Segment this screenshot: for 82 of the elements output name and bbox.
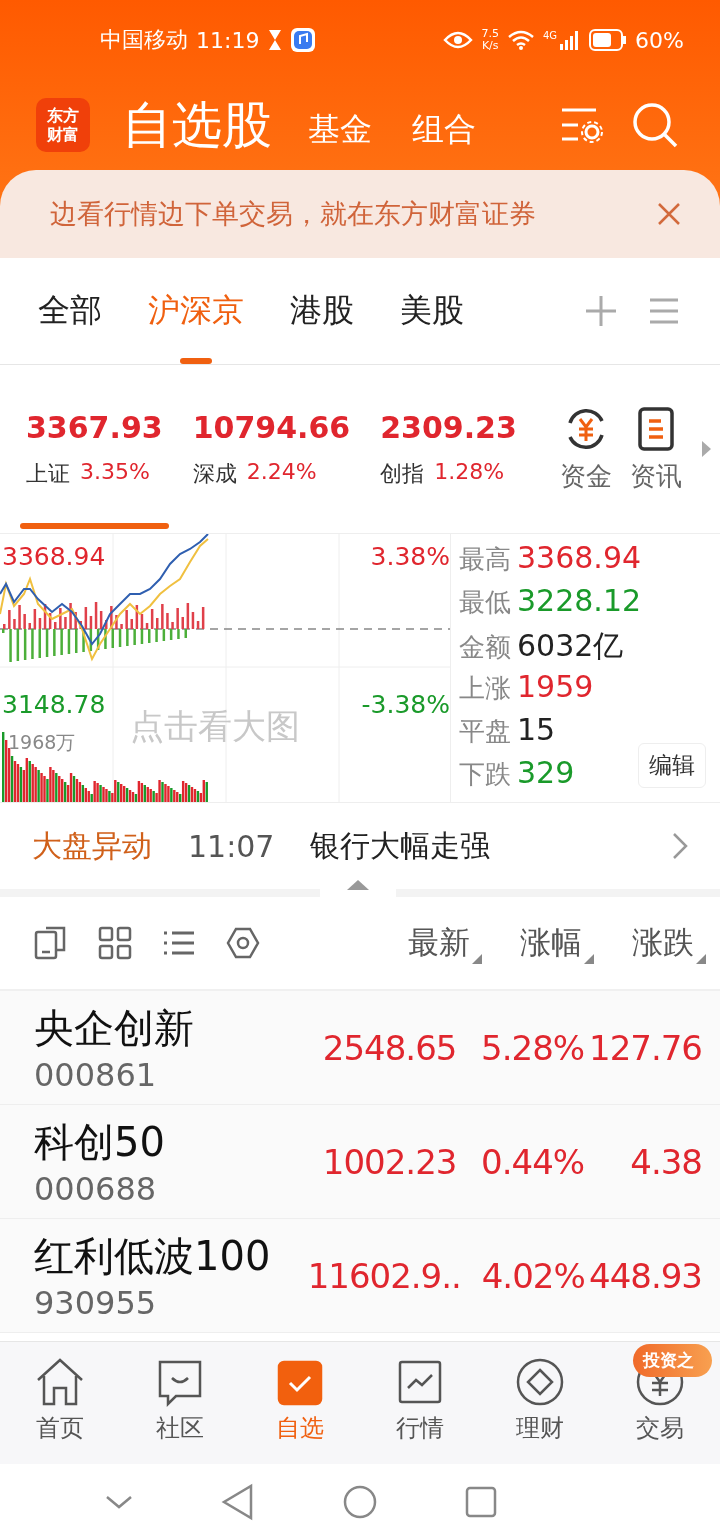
nav-tab[interactable]: 理财 <box>480 1342 600 1464</box>
market-tab[interactable]: 港股 <box>290 258 354 364</box>
sort-column[interactable]: 涨跌 <box>632 922 706 964</box>
action-label: 资金 <box>560 459 612 493</box>
stock-name: 红利低波100 <box>34 1232 272 1281</box>
menu-icon[interactable] <box>648 297 680 325</box>
stat-value: 329 <box>517 755 575 790</box>
stat-label: 上涨 <box>459 672 511 705</box>
wifi-icon <box>506 29 535 51</box>
quick-action[interactable]: 资讯 <box>630 404 682 494</box>
back-icon[interactable] <box>220 1483 255 1521</box>
stock-name: 科创50 <box>34 1118 166 1167</box>
action-label: 资讯 <box>630 459 682 493</box>
stat-label: 最高 <box>459 543 511 576</box>
chart-low-percent: -3.38% <box>361 690 450 719</box>
network-speed: 7.5 K/s <box>481 27 499 53</box>
stat-label: 平盘 <box>459 715 511 748</box>
battery-level: 60% <box>635 27 684 53</box>
stat-label: 金额 <box>459 631 511 664</box>
stock-change-percent: 4.02% <box>480 1255 585 1296</box>
app-logo: 东方财富 <box>36 98 90 152</box>
promo-text: 边看行情边下单交易，就在东方财富证券 <box>50 197 537 231</box>
stock-change: 127.76 <box>588 1027 702 1068</box>
sort-column[interactable]: 涨幅 <box>520 922 594 964</box>
chart-high-percent: 3.38% <box>370 542 450 571</box>
sort-icon <box>472 954 482 964</box>
market-tab[interactable]: 美股 <box>400 258 464 364</box>
home-icon[interactable] <box>341 1484 378 1520</box>
stat-value: 1959 <box>517 669 594 704</box>
sort-icon <box>584 954 594 964</box>
stock-code: 930955 <box>34 1284 158 1322</box>
search-icon[interactable] <box>630 100 680 150</box>
stock-change: 4.38 <box>629 1141 702 1182</box>
stock-code: 000861 <box>34 1056 158 1094</box>
stock-price: 2548.65 <box>321 1027 457 1068</box>
stock-change-percent: 5.28% <box>480 1027 585 1068</box>
sort-icon <box>696 954 706 964</box>
index-quote[interactable]: 2309.23 创指 1.28% <box>374 365 523 533</box>
stock-change: 448.93 <box>588 1255 702 1296</box>
stat-value: 15 <box>517 712 556 747</box>
nav-tab[interactable]: 首页 <box>0 1342 120 1464</box>
stat-label: 下跌 <box>459 758 511 791</box>
stock-name: 央企创新 <box>34 1004 195 1053</box>
stock-price: 11602.9.. <box>307 1255 458 1296</box>
nav-tab[interactable]: 行情 <box>360 1342 480 1464</box>
market-tab[interactable]: 全部 <box>38 258 102 364</box>
alert-text[interactable]: 银行大幅走强 <box>310 825 491 867</box>
network-type: 4G <box>542 29 558 41</box>
index-quote[interactable]: 10794.66 深成 2.24% <box>186 365 357 533</box>
stat-value: 6032亿 <box>517 627 624 665</box>
nav-tab[interactable]: 社区 <box>120 1342 240 1464</box>
add-icon[interactable] <box>584 294 618 328</box>
sort-column[interactable]: 最新 <box>408 922 482 964</box>
alert-label: 大盘异动 <box>32 826 152 865</box>
alert-time: 11:07 <box>188 828 275 864</box>
settings-icon[interactable] <box>226 926 260 960</box>
grid-icon[interactable] <box>98 926 132 960</box>
stat-value: 3368.94 <box>517 540 642 575</box>
recent-apps-icon[interactable] <box>464 1486 497 1518</box>
battery-icon <box>589 29 628 51</box>
stock-code: 000688 <box>34 1170 158 1208</box>
stat-label: 最低 <box>459 586 511 619</box>
stock-row[interactable]: 科创50 000688 1002.23 0.44% 4.38 <box>0 1105 720 1219</box>
index-quote[interactable]: 3367.93 上证 3.35% <box>20 365 169 533</box>
chart-low-label: 3148.78 <box>2 690 106 719</box>
scroll-right-icon[interactable] <box>700 440 712 458</box>
eye-icon <box>443 30 474 50</box>
music-icon <box>291 28 316 52</box>
carrier-name: 中国移动 <box>100 26 188 54</box>
stat-value: 3228.12 <box>517 583 642 618</box>
volume-label: 1968万 <box>8 730 76 755</box>
stock-row[interactable]: 央企创新 000861 2548.65 5.28%127.76 <box>0 991 720 1105</box>
close-icon[interactable] <box>656 201 682 227</box>
clock: 11:19 <box>196 27 260 53</box>
quick-action[interactable]: 资金 <box>560 404 612 494</box>
hourglass-icon <box>267 29 284 51</box>
layout-icon[interactable] <box>34 926 68 960</box>
chevron-right-icon[interactable] <box>672 832 688 860</box>
chart-high-label: 3368.94 <box>2 542 106 571</box>
stock-price: 1002.23 <box>321 1141 457 1182</box>
stock-change-percent: 0.44% <box>480 1141 585 1182</box>
edit-button[interactable]: 编辑 <box>638 743 706 788</box>
